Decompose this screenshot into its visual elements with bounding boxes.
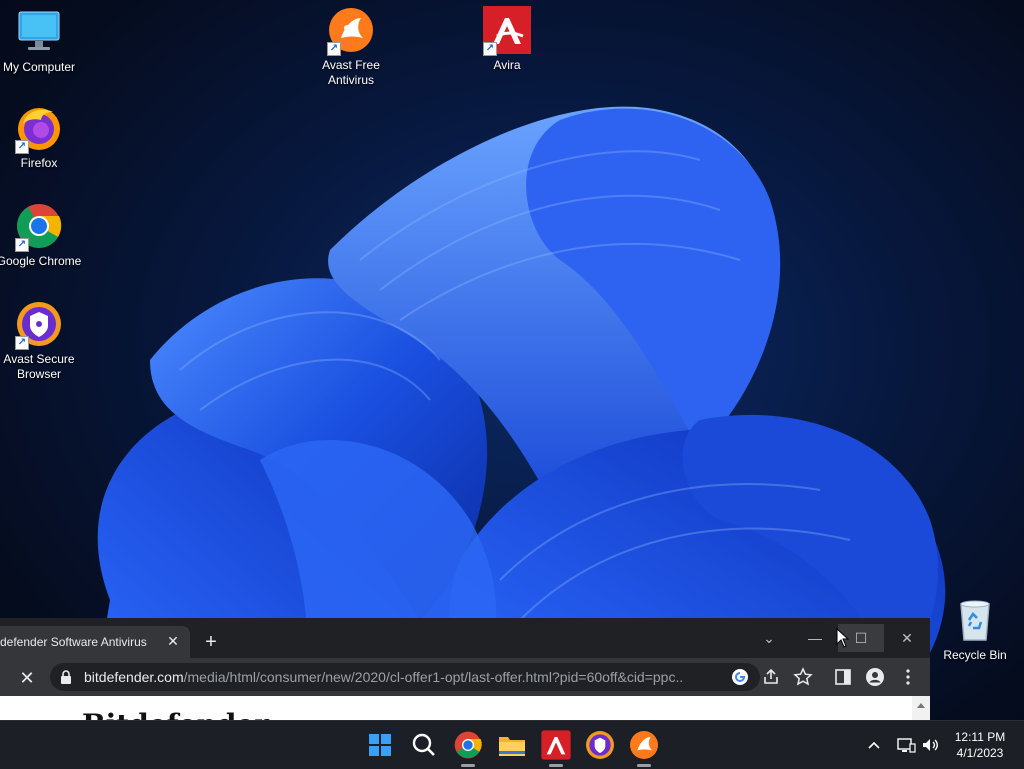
start-icon [369, 734, 391, 756]
url-host: bitdefender.com [84, 669, 184, 685]
running-indicator [549, 764, 563, 767]
desktop-icon-label: Avira [493, 58, 521, 72]
share-icon[interactable] [761, 667, 781, 687]
taskbar-chrome-button[interactable] [452, 729, 484, 767]
desktop-icon-label: Firefox [20, 156, 58, 170]
desktop-icon-label: My Computer [2, 60, 76, 74]
chrome-icon: ↗ [15, 202, 63, 252]
shortcut-arrow-icon: ↗ [15, 336, 29, 350]
url-text[interactable]: bitdefender.com/media/html/consumer/new/… [84, 669, 684, 685]
firefox-icon: ↗ [15, 104, 63, 154]
taskbar: 12:11 PM 4/1/2023 [0, 720, 1024, 769]
desktop-icon-firefox[interactable]: ↗ Firefox [0, 104, 82, 171]
monitor-icon [15, 8, 63, 56]
running-indicator [461, 764, 475, 767]
scroll-up-icon[interactable] [917, 703, 925, 708]
google-lens-icon[interactable] [730, 667, 750, 687]
file-explorer-icon [499, 737, 525, 756]
desktop-icon-label: Avast Free Antivirus [322, 58, 380, 87]
taskbar-avast-button[interactable] [628, 729, 660, 767]
running-indicator [637, 764, 651, 767]
desktop-icon-avast-free-antivirus[interactable]: ↗ Avast Free Antivirus [308, 6, 394, 88]
tab-close-icon[interactable]: ✕ [164, 632, 182, 650]
mouse-cursor-icon [836, 627, 850, 648]
shortcut-arrow-icon: ↗ [483, 42, 497, 56]
desktop-icon-label: Recycle Bin [943, 648, 1007, 662]
start-button[interactable] [364, 729, 396, 761]
address-bar[interactable]: bitdefender.com/media/html/consumer/new/… [50, 663, 778, 691]
taskbar-clock[interactable]: 12:11 PM 4/1/2023 [940, 729, 1020, 761]
new-tab-button[interactable]: + [200, 632, 222, 654]
profile-avatar-icon[interactable] [865, 667, 885, 687]
desktop-icon-avira[interactable]: ↗ Avira [464, 6, 550, 73]
taskbar-file-explorer-button[interactable] [496, 729, 528, 761]
page-scrollbar[interactable] [912, 696, 930, 720]
search-icon [412, 733, 435, 756]
shortcut-arrow-icon: ↗ [15, 140, 29, 154]
avast-secure-browser-icon: ↗ [15, 300, 63, 350]
avast-icon: ↗ [327, 6, 375, 56]
browser-tab[interactable]: defender Software Antivirus - ✕ [0, 626, 190, 658]
tab-title: defender Software Antivirus - [0, 635, 150, 649]
url-path: /media/html/consumer/new/2020/cl-offer1-… [183, 669, 684, 685]
avast-secure-browser-icon [586, 731, 614, 759]
avast-icon [630, 731, 658, 759]
browser-toolbar: ✕ bitdefender.com/media/html/consumer/ne… [0, 658, 930, 696]
close-window-button[interactable]: ✕ [884, 624, 930, 652]
page-content[interactable]: Bitdefender [0, 696, 912, 720]
volume-icon[interactable] [920, 735, 940, 755]
desktop-icon-recycle-bin[interactable]: Recycle Bin [932, 596, 1018, 663]
tab-strip: defender Software Antivirus - ✕ + ⌄ — ☐ … [0, 618, 930, 658]
tab-search-button[interactable]: ⌄ [746, 624, 792, 652]
stop-loading-button[interactable]: ✕ [16, 667, 38, 689]
network-icon[interactable] [896, 735, 916, 755]
lock-icon[interactable] [60, 670, 72, 684]
chrome-icon [454, 731, 482, 759]
taskbar-avira-button[interactable] [540, 729, 572, 767]
desktop-icon-label: Avast Secure Browser [3, 352, 75, 381]
taskbar-search-button[interactable] [408, 729, 440, 761]
avira-icon [541, 730, 571, 760]
taskbar-avast-secure-browser-button[interactable] [584, 729, 616, 761]
bookmark-star-icon[interactable] [793, 667, 813, 687]
desktop-icon-google-chrome[interactable]: ↗ Google Chrome [0, 202, 82, 269]
desktop-icon-avast-secure-browser[interactable]: ↗ Avast Secure Browser [0, 300, 82, 382]
show-hidden-icons-chevron-icon[interactable] [864, 735, 884, 755]
shortcut-arrow-icon: ↗ [15, 238, 29, 252]
browser-menu-icon[interactable] [898, 667, 918, 687]
side-panel-icon[interactable] [833, 667, 853, 687]
browser-window[interactable]: defender Software Antivirus - ✕ + ⌄ — ☐ … [0, 618, 930, 720]
clock-time: 12:11 PM [954, 730, 1006, 744]
minimize-button[interactable]: — [792, 624, 838, 652]
desktop-wallpaper [0, 0, 1024, 720]
desktop-icon-label: Google Chrome [0, 254, 82, 268]
avira-icon: ↗ [483, 6, 531, 56]
desktop-icon-my-computer[interactable]: My Computer [0, 8, 82, 75]
recycle-bin-icon [951, 596, 999, 644]
bitdefender-logo: Bitdefender [82, 708, 269, 720]
clock-date: 4/1/2023 [956, 746, 1004, 760]
shortcut-arrow-icon: ↗ [327, 42, 341, 56]
